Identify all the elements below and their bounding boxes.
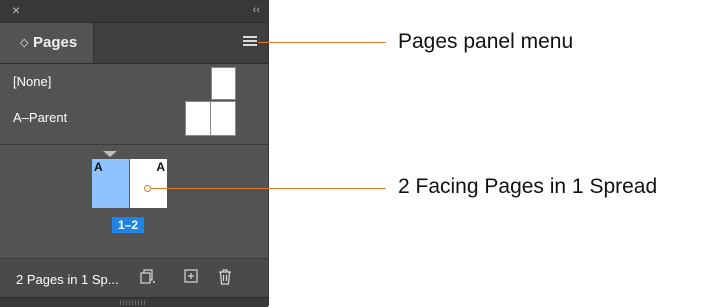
- delete-page-icon[interactable]: [217, 269, 233, 285]
- menu-callout-label: Pages panel menu: [398, 30, 574, 53]
- spread-marker-icon: [103, 151, 117, 157]
- spread-callout-label: 2 Facing Pages in 1 Spread: [398, 175, 658, 198]
- pages-panel: × ‹‹ ◇ Pages [None] A–Parent A A 1–2 2 P…: [0, 0, 269, 307]
- menu-callout-line: [258, 42, 386, 43]
- parent-none-thumbnail[interactable]: [211, 67, 236, 100]
- page-thumbnail-2[interactable]: A: [130, 159, 167, 208]
- page-2-parent-letter: A: [156, 160, 165, 174]
- pages-status: 2 Pages in 1 Sp...: [16, 272, 119, 287]
- page-1-parent-letter: A: [94, 160, 103, 174]
- parent-none-label[interactable]: [None]: [13, 74, 51, 90]
- collapse-icon[interactable]: ‹‹: [253, 3, 260, 17]
- page-range-badge[interactable]: 1–2: [112, 217, 144, 233]
- page-thumbnail-1[interactable]: A: [92, 159, 130, 208]
- parent-a-left-thumbnail[interactable]: [185, 101, 211, 136]
- panel-footer: 2 Pages in 1 Sp...: [0, 258, 268, 297]
- parent-a-label[interactable]: A–Parent: [13, 110, 67, 126]
- spread-callout-line: [150, 188, 386, 189]
- resize-grip-icon[interactable]: [120, 300, 146, 305]
- tab-label: Pages: [33, 34, 78, 51]
- page-size-icon[interactable]: [140, 269, 156, 285]
- panel-titlebar: × ‹‹: [0, 0, 268, 23]
- parents-section: [None] A–Parent: [0, 64, 268, 145]
- hamburger-menu-icon[interactable]: [243, 36, 257, 48]
- new-page-icon[interactable]: [183, 269, 199, 285]
- tab-bar: ◇ Pages: [0, 23, 268, 64]
- close-icon[interactable]: ×: [12, 2, 20, 18]
- tab-arrows-icon: ◇: [20, 37, 29, 49]
- parent-a-right-thumbnail[interactable]: [210, 101, 236, 136]
- tab-pages[interactable]: ◇ Pages: [0, 23, 94, 63]
